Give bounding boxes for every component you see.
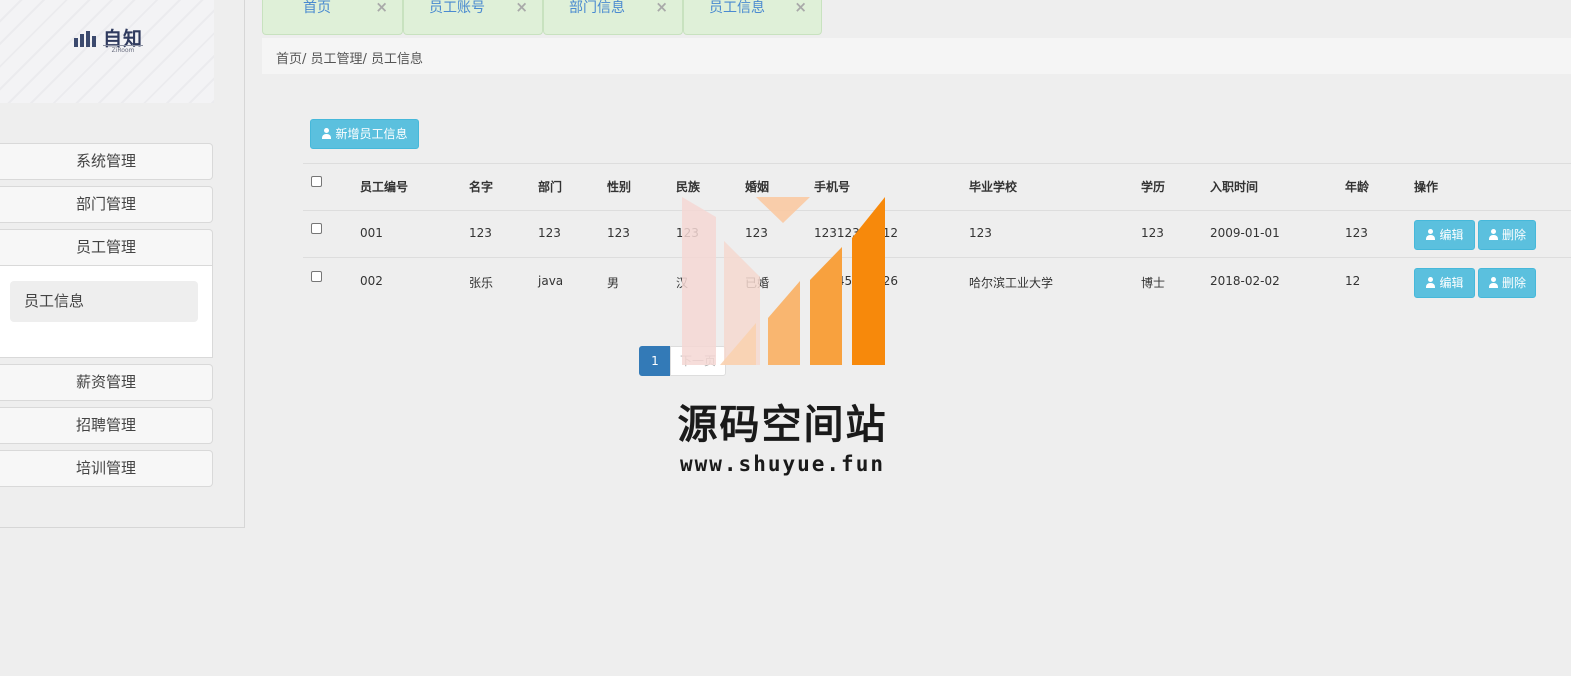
cell-degree: 博士 xyxy=(1141,276,1166,290)
cell-hire-date: 2009-01-01 xyxy=(1210,226,1280,240)
tab-employee-account[interactable]: 员工账号 × xyxy=(403,0,543,35)
col-header-name: 名字 xyxy=(469,180,494,194)
edit-label: 编辑 xyxy=(1439,228,1464,242)
user-icon xyxy=(1488,277,1499,288)
watermark-url: www.shuyue.fun xyxy=(679,452,885,476)
edit-label: 编辑 xyxy=(1439,276,1464,290)
logo-bars-icon xyxy=(74,31,98,47)
col-header-actions: 操作 xyxy=(1414,180,1439,194)
row-checkbox[interactable] xyxy=(311,271,322,282)
cell-age: 12 xyxy=(1345,274,1361,288)
tab-label: 部门信息 xyxy=(569,0,625,16)
cell-id: 001 xyxy=(360,226,383,240)
employee-submenu: 员工信息 xyxy=(0,266,213,358)
col-header-ethnic: 民族 xyxy=(676,180,701,194)
close-icon[interactable]: × xyxy=(794,0,807,15)
select-all-checkbox[interactable] xyxy=(311,176,322,187)
cell-age: 123 xyxy=(1345,226,1368,240)
col-header-marriage: 婚姻 xyxy=(745,180,770,194)
cell-hire-date: 2018-02-02 xyxy=(1210,274,1280,288)
breadcrumb: 首页/ 员工管理/ 员工信息 xyxy=(276,52,424,67)
table-header-border xyxy=(303,210,1571,211)
sidebar-item-recruitment[interactable]: 招聘管理 xyxy=(0,407,213,444)
watermark-title: 源码空间站 xyxy=(677,402,888,448)
col-header-gender: 性别 xyxy=(607,180,632,194)
tab-department-info[interactable]: 部门信息 × xyxy=(543,0,683,35)
cell-school: 哈尔滨工业大学 xyxy=(969,276,1054,290)
sidebar-item-system[interactable]: 系统管理 xyxy=(0,143,213,180)
user-icon xyxy=(1425,229,1436,240)
pagination-page-1[interactable]: 1 xyxy=(639,346,671,376)
logo: 自知 ZiRoom xyxy=(0,0,214,103)
sidebar-item-department[interactable]: 部门管理 xyxy=(0,186,213,223)
tab-label: 员工信息 xyxy=(709,0,765,16)
delete-button[interactable]: 删除 xyxy=(1478,220,1536,250)
col-header-id: 员工编号 xyxy=(360,180,409,194)
col-header-hire-date: 入职时间 xyxy=(1210,180,1259,194)
cell-department: 123 xyxy=(538,226,561,240)
table-top-border xyxy=(303,163,1571,164)
submenu-item-employee-info[interactable]: 员工信息 xyxy=(10,281,198,322)
edit-button[interactable]: 编辑 xyxy=(1414,268,1475,298)
tab-label: 员工账号 xyxy=(429,0,485,16)
cell-name: 123 xyxy=(469,226,492,240)
sidebar: 自知 ZiRoom 系统管理 部门管理 员工管理 员工信息 薪资管理 招聘管理 … xyxy=(0,0,245,528)
col-header-school: 毕业学校 xyxy=(969,180,1018,194)
col-header-age: 年龄 xyxy=(1345,180,1370,194)
tab-home[interactable]: 首页 × xyxy=(262,0,403,35)
row-checkbox[interactable] xyxy=(311,223,322,234)
close-icon[interactable]: × xyxy=(515,0,528,15)
delete-label: 删除 xyxy=(1501,228,1526,242)
tab-label: 首页 xyxy=(303,0,331,16)
add-employee-label: 新增员工信息 xyxy=(335,127,408,141)
edit-button[interactable]: 编辑 xyxy=(1414,220,1475,250)
user-icon xyxy=(321,128,332,139)
cell-department: java xyxy=(538,274,564,288)
col-header-degree: 学历 xyxy=(1141,180,1166,194)
user-icon xyxy=(1488,229,1499,240)
cell-name: 张乐 xyxy=(469,276,494,290)
watermark-logo-icon xyxy=(682,197,885,365)
add-employee-button[interactable]: 新增员工信息 xyxy=(310,119,419,149)
sidebar-item-employee[interactable]: 员工管理 xyxy=(0,229,213,266)
cell-gender: 123 xyxy=(607,226,630,240)
delete-button[interactable]: 删除 xyxy=(1478,268,1536,298)
table-row-border xyxy=(303,257,1571,258)
cell-gender: 男 xyxy=(607,276,620,290)
col-header-department: 部门 xyxy=(538,180,563,194)
sidebar-item-training[interactable]: 培训管理 xyxy=(0,450,213,487)
close-icon[interactable]: × xyxy=(655,0,668,15)
col-header-phone: 手机号 xyxy=(814,180,851,194)
user-icon xyxy=(1425,277,1436,288)
cell-id: 002 xyxy=(360,274,383,288)
cell-school: 123 xyxy=(969,226,992,240)
breadcrumb-bar: 首页/ 员工管理/ 员工信息 xyxy=(262,38,1571,74)
logo-subtext: ZiRoom xyxy=(103,45,143,54)
sidebar-item-salary[interactable]: 薪资管理 xyxy=(0,364,213,401)
tab-employee-info[interactable]: 员工信息 × xyxy=(683,0,822,35)
cell-degree: 123 xyxy=(1141,226,1164,240)
close-icon[interactable]: × xyxy=(375,0,388,15)
delete-label: 删除 xyxy=(1501,276,1526,290)
